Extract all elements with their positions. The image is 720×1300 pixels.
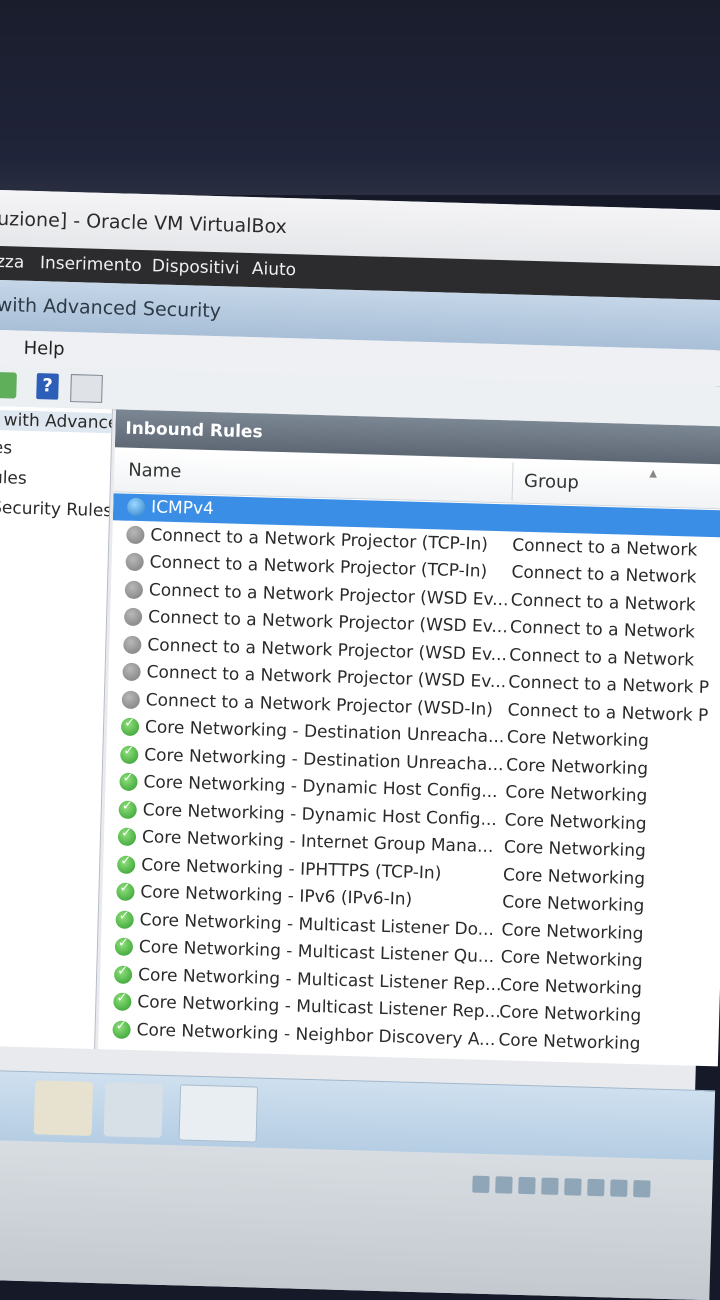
rule-group: Connect to a Network xyxy=(511,562,697,588)
menu-aiuto[interactable]: Aiuto xyxy=(252,259,297,280)
firewall-taskbar-button[interactable] xyxy=(178,1084,259,1143)
rule-group: Core Networking xyxy=(498,1002,642,1027)
rule-group: Core Networking xyxy=(505,754,649,779)
help-icon[interactable]: ? xyxy=(36,373,59,400)
rule-group: Connect to a Network xyxy=(512,534,698,561)
monitor-bezel xyxy=(0,0,720,195)
tree-item-connection-security[interactable]: Security Rules xyxy=(0,498,112,521)
enabled-rule-icon xyxy=(112,1019,131,1039)
tree-item-inbound[interactable]: es xyxy=(0,438,12,459)
disabled-rule-icon xyxy=(121,690,141,709)
rule-group: Connect to a Network P xyxy=(507,699,709,726)
rule-group: Core Networking xyxy=(504,809,647,834)
tree-item-outbound[interactable]: ules xyxy=(0,468,27,489)
rule-name: Core Networking - IPHTTPS (TCP-In) xyxy=(140,854,442,884)
hdd-status-icon[interactable] xyxy=(472,1175,490,1194)
window-title: uzione] - Oracle VM VirtualBox xyxy=(0,207,288,239)
enabled-rule-icon xyxy=(113,992,132,1011)
rule-group: Core Networking xyxy=(498,1029,641,1054)
column-group[interactable]: Group xyxy=(524,471,579,494)
rule-group: Core Networking xyxy=(501,919,644,944)
menu-help[interactable]: Help xyxy=(23,338,65,360)
rules-panel: Inbound Rules Name Group ▲ ICMPv4 Connect… xyxy=(98,409,720,1067)
enabled-rule-icon xyxy=(120,717,140,737)
virtualbox-statusbar xyxy=(0,1139,714,1300)
enabled-rule-icon xyxy=(120,745,139,764)
disabled-rule-icon xyxy=(122,662,141,682)
menu-visualizza[interactable]: zza xyxy=(0,252,25,273)
rule-group: Connect to a Network xyxy=(510,589,696,616)
rule-group: Core Networking xyxy=(506,727,650,752)
status-icons xyxy=(472,1175,657,1202)
enabled-rule-icon xyxy=(114,937,134,957)
enabled-rule-icon xyxy=(113,964,133,984)
rule-group: Core Networking xyxy=(499,974,643,999)
optical-status-icon[interactable] xyxy=(495,1176,513,1194)
enabled-rule-icon xyxy=(116,855,136,874)
panel-title: Inbound Rules xyxy=(125,418,263,443)
disabled-rule-icon xyxy=(123,607,143,627)
rule-group: Core Networking xyxy=(500,947,644,972)
vm-screen: uzione] - Oracle VM VirtualBox zza Inser… xyxy=(0,190,720,1300)
enabled-rule-icon xyxy=(115,910,134,929)
export-icon[interactable] xyxy=(0,371,17,399)
enabled-rule-icon xyxy=(116,882,135,902)
display-status-icon[interactable] xyxy=(610,1179,628,1197)
network-status-icon[interactable] xyxy=(541,1177,559,1195)
rule-name: Core Networking - IPv6 (IPv6-In) xyxy=(140,882,413,910)
enabled-rule-icon xyxy=(117,827,137,847)
disabled-rule-icon xyxy=(125,552,144,572)
selected-rule-icon xyxy=(126,497,146,517)
rule-group: Core Networking xyxy=(505,782,648,807)
navigation-tree: l with Advance es ules Security Rules xyxy=(0,405,113,1049)
rule-group: Core Networking xyxy=(502,864,646,889)
menu-dispositivi[interactable]: Dispositivi xyxy=(152,256,240,278)
media-player-taskbar-icon[interactable] xyxy=(103,1082,164,1138)
rule-group: Core Networking xyxy=(502,892,645,917)
usb-status-icon[interactable] xyxy=(564,1178,582,1196)
rule-name: ICMPv4 xyxy=(150,497,215,520)
disabled-rule-icon xyxy=(126,525,145,544)
rule-group: Core Networking xyxy=(503,837,647,862)
menu-inserimento[interactable]: Inserimento xyxy=(40,253,142,276)
shared-folders-status-icon[interactable] xyxy=(587,1178,605,1197)
rule-group: Connect to a Network xyxy=(508,644,695,671)
sort-arrow-icon: ▲ xyxy=(649,468,658,480)
capture-status-icon[interactable] xyxy=(633,1180,651,1198)
mmc-title: with Advanced Security xyxy=(0,293,222,323)
audio-status-icon[interactable] xyxy=(518,1176,536,1195)
rule-group: Connect to a Network xyxy=(509,617,696,643)
disabled-rule-icon xyxy=(123,635,142,654)
rule-group: Connect to a Network P xyxy=(508,672,710,698)
column-divider[interactable] xyxy=(511,462,514,501)
column-name[interactable]: Name xyxy=(128,460,182,482)
tree-item-root[interactable]: l with Advance xyxy=(0,409,113,434)
show-hide-pane-icon[interactable] xyxy=(70,374,103,403)
disabled-rule-icon xyxy=(124,580,144,599)
enabled-rule-icon xyxy=(119,772,138,792)
enabled-rule-icon xyxy=(118,800,138,819)
explorer-taskbar-icon[interactable] xyxy=(33,1080,94,1136)
